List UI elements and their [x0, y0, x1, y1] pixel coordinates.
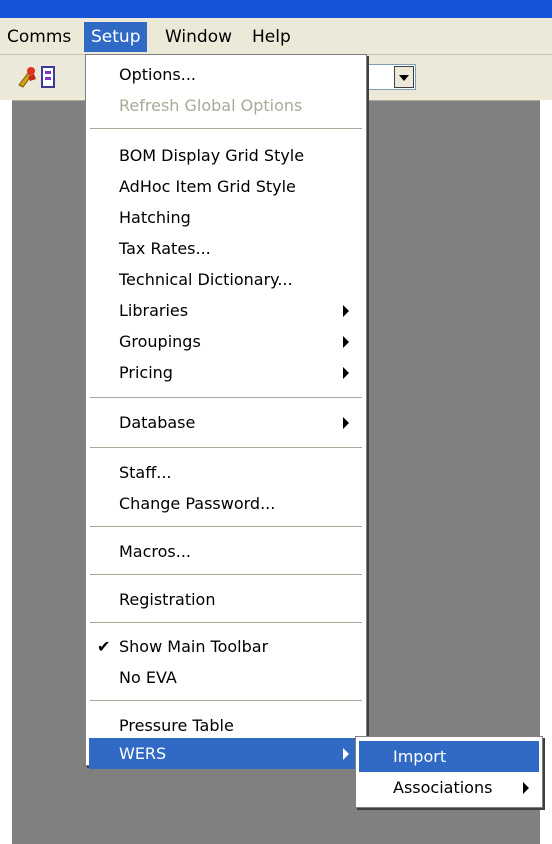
menu-item-show-main-toolbar[interactable]: ✔ Show Main Toolbar [89, 631, 363, 662]
menu-help[interactable]: Help [245, 22, 298, 52]
submenu-arrow-icon [343, 305, 349, 317]
document-icon[interactable] [40, 65, 62, 89]
title-bar [0, 0, 552, 18]
menu-item-groupings-label: Groupings [119, 332, 201, 351]
menu-separator [90, 622, 362, 624]
menu-item-database[interactable]: Database [89, 407, 363, 438]
menu-item-libraries[interactable]: Libraries [89, 295, 363, 326]
submenu-arrow-icon [343, 748, 349, 760]
submenu-item-associations-label: Associations [393, 778, 493, 797]
submenu-arrow-icon [523, 782, 529, 794]
menu-separator [90, 397, 362, 399]
submenu-arrow-icon [343, 336, 349, 348]
checkmark-icon: ✔ [97, 637, 111, 656]
menu-separator [90, 447, 362, 449]
menu-setup[interactable]: Setup [84, 22, 148, 52]
menu-item-wers[interactable]: WERS [89, 738, 363, 769]
menu-item-staff[interactable]: Staff... [89, 457, 363, 488]
menu-separator [90, 526, 362, 528]
menu-item-show-main-toolbar-label: Show Main Toolbar [119, 637, 269, 656]
menu-separator [90, 574, 362, 576]
menu-bar: Comms Setup Window Help [0, 18, 552, 55]
submenu-arrow-icon [343, 367, 349, 379]
right-border [540, 100, 552, 844]
menu-window[interactable]: Window [158, 22, 239, 52]
menu-item-pricing-label: Pricing [119, 363, 173, 382]
menu-comms[interactable]: Comms [0, 22, 78, 52]
menu-item-hatching[interactable]: Hatching [89, 202, 363, 233]
menu-item-macros[interactable]: Macros... [89, 536, 363, 567]
menu-separator [90, 128, 362, 130]
setup-dropdown-menu: Options... Refresh Global Options BOM Di… [85, 54, 367, 769]
menu-item-libraries-label: Libraries [119, 301, 189, 320]
menu-item-pressure-table[interactable]: Pressure Table [89, 710, 363, 741]
menu-separator [90, 700, 362, 702]
menu-item-refresh-global-options: Refresh Global Options [119, 96, 303, 115]
toolbar-combo-box[interactable] [360, 64, 416, 90]
menu-item-no-eva[interactable]: No EVA [89, 662, 363, 693]
person-wrench-icon[interactable] [16, 65, 38, 89]
menu-item-pricing[interactable]: Pricing [89, 357, 363, 388]
submenu-item-import[interactable]: Import [359, 741, 539, 772]
left-border [0, 100, 12, 844]
menu-item-technical-dictionary[interactable]: Technical Dictionary... [89, 264, 363, 295]
menu-item-bom-display-grid-style[interactable]: BOM Display Grid Style [89, 140, 363, 171]
menu-item-change-password[interactable]: Change Password... [89, 488, 363, 519]
menu-item-database-label: Database [119, 413, 196, 432]
chevron-down-icon[interactable] [394, 66, 414, 88]
wers-submenu: Import Associations [355, 736, 543, 808]
submenu-arrow-icon [343, 417, 349, 429]
menu-item-registration[interactable]: Registration [89, 584, 363, 615]
menu-item-tax-rates[interactable]: Tax Rates... [89, 233, 363, 264]
menu-item-adhoc-item-grid-style[interactable]: AdHoc Item Grid Style [89, 171, 363, 202]
menu-item-wers-label: WERS [119, 744, 167, 763]
menu-item-options[interactable]: Options... [89, 59, 363, 90]
submenu-item-associations[interactable]: Associations [359, 772, 539, 803]
menu-item-groupings[interactable]: Groupings [89, 326, 363, 357]
